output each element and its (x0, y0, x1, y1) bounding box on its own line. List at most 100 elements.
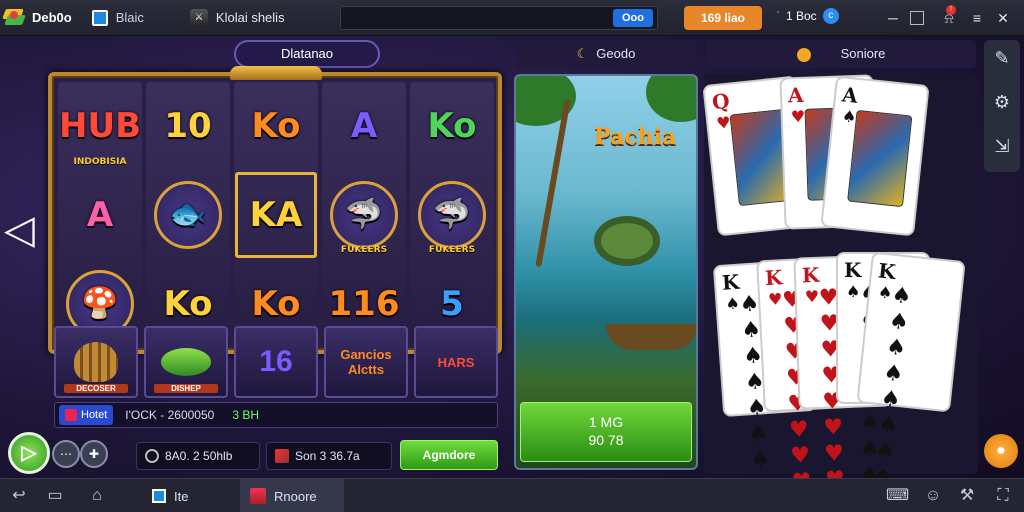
slot-symbol: Ko (234, 82, 318, 171)
shark-icon: 🦈 FUKEERS (410, 171, 494, 260)
cards-game-panel[interactable]: Q♥A♥A♠K♠♠ ♠ ♠ ♠ ♠ ♠ ♠ ♠ K♥♥ ♥ ♥ ♥ ♥ ♥ ♥ … (702, 74, 978, 499)
taskbar-tab-1[interactable]: Ite (152, 483, 188, 509)
keyboard-icon[interactable]: ⌨ (886, 485, 909, 507)
slot-symbol-text: 🦈 (345, 197, 383, 233)
card-rank: K (844, 258, 862, 282)
coin-button[interactable]: 169 liao (684, 6, 762, 30)
slot-reels: HUB INDOBISIA A 🍄 10 🐟 Ko Ko KA Ko A 🦈 FUKEERS 116 Ko 🦈… (58, 82, 494, 348)
export-icon[interactable]: ⇲ (988, 132, 1016, 160)
gift-icon (275, 449, 289, 463)
maximize-icon[interactable] (910, 11, 924, 25)
lobby-game-tile[interactable]: DISHEP (144, 326, 228, 398)
slot-symbol-text: 10 (164, 106, 212, 147)
slot-symbol-text: Ko (251, 283, 301, 324)
minimize-icon[interactable]: ─ (882, 8, 904, 28)
coin-icon (145, 449, 159, 463)
account-area[interactable]: ʿ 1 Boc c (776, 8, 839, 24)
status-value: 3 BH (232, 408, 259, 422)
slot-symbol-text: 5 (440, 283, 464, 324)
home-tab-label[interactable]: Blaic (116, 10, 144, 25)
card-rank: A (841, 82, 859, 108)
fish-icon (161, 348, 211, 376)
fishing-header: ☾ Geodo (516, 40, 696, 68)
tools-icon[interactable]: ⚒ (956, 485, 978, 507)
slot-symbol: 10 (146, 82, 230, 171)
fishing-cta-line1: 1 MG (588, 414, 624, 430)
fullscreen-icon[interactable]: ⛶ (992, 485, 1014, 507)
cards-header: Soniore (706, 40, 976, 68)
previous-arrow-icon[interactable]: ◁ (4, 204, 35, 256)
back-icon[interactable]: ↩ (8, 485, 30, 507)
palm-leaves-decoration (646, 76, 696, 122)
slot-symbol: HUB INDOBISIA (58, 82, 142, 171)
account-badge[interactable]: c (822, 8, 839, 24)
balance-1-value: 8A0. 2 50hlb (165, 449, 233, 463)
pin-icon[interactable]: ✎ (988, 44, 1016, 72)
taskbar-tab-2[interactable]: Rnoore (240, 479, 344, 512)
slot-symbol-text: KA (249, 194, 303, 235)
slot-symbol-caption: FUKEERS (428, 245, 476, 256)
search-input[interactable]: Ooo (340, 6, 658, 30)
lobby-tile-caption: DISHEP (154, 384, 218, 393)
playing-card[interactable]: A ♠ (820, 75, 930, 237)
card-suit-icon: ♠ (846, 282, 861, 301)
card-rank: K (877, 258, 897, 284)
bonus-button[interactable]: ● (984, 434, 1018, 468)
lobby-tile-label: 16 (259, 345, 293, 378)
slot-symbol-text: Ko (163, 283, 213, 324)
fish-icon: 🐟 (146, 171, 230, 260)
close-icon[interactable]: ✕ (992, 8, 1014, 28)
lobby-game-tile[interactable]: Gancios Alctts (324, 326, 408, 398)
game-tab-icon (250, 488, 266, 504)
card-rank: K (721, 269, 741, 295)
playing-card[interactable]: K♠♠ ♠ ♠ ♠ ♠ ♠ ♠ ♠ (856, 251, 966, 491)
play-round-button[interactable]: ▷ (8, 432, 50, 474)
fishing-play-button[interactable]: 1 MG 90 78 (520, 402, 692, 462)
lobby-game-tile[interactable]: 16 (234, 326, 318, 398)
lobby-game-tile[interactable]: HARS (414, 326, 498, 398)
game-tab-icon[interactable]: ⚔ (189, 8, 208, 27)
add-icon[interactable]: ✚ (80, 440, 108, 468)
card-face-art (847, 109, 913, 208)
cards-header-label: Soniore (840, 46, 886, 61)
menu-icon[interactable]: ≡ (966, 8, 988, 28)
taskbar-tab-2-label: Rnoore (274, 488, 317, 504)
slot-machine-frame: HUB INDOBISIA A 🍄 10 🐟 Ko Ko KA Ko A 🦈 FUKEERS 116 Ko 🦈… (48, 66, 502, 354)
home-tab-icon[interactable] (91, 9, 108, 26)
game-tab-title[interactable]: Klolai shelis (216, 10, 285, 25)
action-button[interactable]: Agmdore (400, 440, 498, 470)
balance-box-2: Son 3 36.7a (266, 442, 392, 470)
status-chip-label: Hotet (81, 409, 108, 421)
slot-symbol-text: Ko (251, 106, 301, 147)
lobby-game-tile[interactable]: DECOSER (54, 326, 138, 398)
taskbar: ↩ ▭ ⌂ Ite Rnoore ⌨ ☺ ⚒ ⛶ (0, 478, 1024, 512)
home-icon[interactable]: ⌂ (86, 485, 108, 507)
shell-icon (74, 342, 118, 382)
taskbar-tab-1-label: Ite (174, 488, 189, 504)
chat-icon[interactable]: ⋯ (52, 440, 80, 468)
slot-symbol-text: A (86, 194, 114, 235)
lobby-tile-label: Gancios Alctts (340, 347, 392, 377)
frame-crown-decoration (230, 66, 322, 80)
slot-reel: A 🦈 FUKEERS 116 (322, 82, 406, 348)
fishing-game-panel[interactable]: Pachia 1 MG 90 78 (514, 74, 698, 470)
slot-symbol: A (58, 171, 142, 260)
slot-reel: HUB INDOBISIA A 🍄 (58, 82, 142, 348)
gamepad-icon[interactable]: ☺ (922, 485, 944, 507)
account-label[interactable]: 1 Boc (786, 9, 817, 23)
card-rank: A (787, 82, 804, 108)
slot-symbol-text: HUB (59, 106, 141, 147)
chest-icon (65, 409, 77, 421)
lobby-tile-caption: DECOSER (64, 384, 128, 393)
status-chip[interactable]: Hotet (59, 405, 114, 425)
settings-icon[interactable]: ⚙ (988, 88, 1016, 116)
status-bar: Hotet I'OCK - 2600050 3 BH (54, 402, 498, 428)
window-icon[interactable]: ▭ (44, 485, 66, 507)
card-suit-icon: ♥ (767, 289, 783, 309)
card-suit-icon: ♥ (790, 106, 806, 127)
slot-symbol-caption: INDOBISIA (73, 156, 127, 167)
search-button[interactable]: Ooo (613, 9, 653, 27)
fishing-header-label: Geodo (596, 46, 636, 61)
moon-icon: ☾ (576, 46, 589, 61)
account-mark-icon: ʿ (776, 9, 780, 23)
